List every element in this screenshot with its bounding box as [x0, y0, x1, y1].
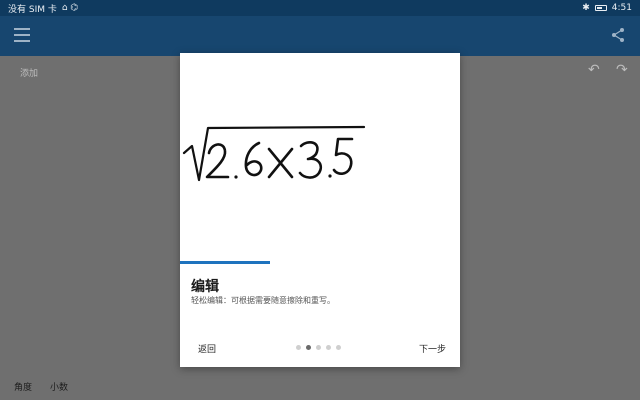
page-dot-active: [306, 345, 311, 350]
share-icon[interactable]: [610, 27, 626, 43]
battery-icon: [594, 5, 607, 11]
dialog-description: 轻松编辑：可根据需要随意擦除和重写。: [191, 296, 335, 305]
status-bar: 没有 SIM 卡 ⌂ ⌬ ✱ 4:51: [0, 0, 640, 16]
sim-wifi-icons: ⌂ ⌬: [61, 3, 79, 13]
app-bar: [0, 16, 640, 56]
carrier-text: 没有 SIM 卡: [8, 4, 57, 15]
dialog-title: 编辑: [191, 279, 219, 295]
next-button[interactable]: 下一步: [419, 342, 446, 355]
progress-bar: [180, 261, 270, 264]
clock: 4:51: [611, 3, 632, 13]
bluetooth-icon: ✱: [582, 3, 590, 13]
decimal-mode-button[interactable]: 小数: [50, 380, 68, 393]
page-indicator: [296, 345, 341, 350]
tutorial-dialog: 编辑 轻松编辑：可根据需要随意擦除和重写。 返回 下一步: [180, 53, 460, 367]
page-dot: [326, 345, 331, 350]
undo-icon[interactable]: ↶: [588, 62, 600, 78]
page-dot: [336, 345, 341, 350]
page-dot: [316, 345, 321, 350]
editor-placeholder: 添加: [20, 69, 39, 79]
angle-mode-button[interactable]: 角度: [14, 380, 32, 393]
page-dot: [296, 345, 301, 350]
handwriting-illustration: [182, 125, 366, 182]
back-button[interactable]: 返回: [198, 342, 216, 355]
menu-icon[interactable]: [14, 28, 30, 42]
redo-icon[interactable]: ↷: [616, 62, 628, 78]
